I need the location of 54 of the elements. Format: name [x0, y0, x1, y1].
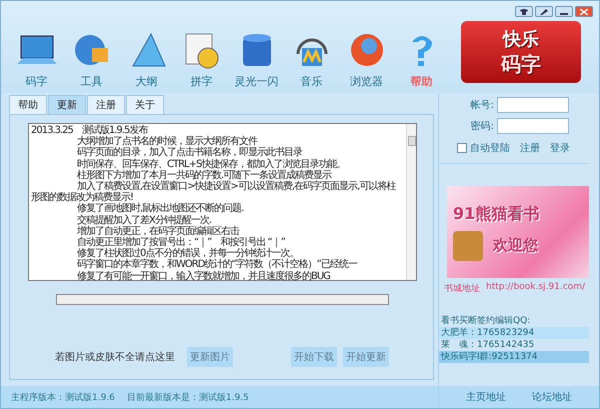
skin-button[interactable]: [515, 6, 533, 17]
changelog-line: 码字页面的目录，加入了点击书籍名称，即显示此书目录: [76, 147, 304, 158]
settings-button[interactable]: [535, 6, 553, 17]
changelog-line: 加入了稿费设置,在设置窗口>快捷设置>可以设置稿费,在码字页面显示,可以将柱形图的数据改为稿费显示!: [31, 181, 397, 204]
toolbar-button[interactable]: 灵光一闪: [229, 30, 284, 89]
toolbar-button[interactable]: 音乐: [284, 30, 339, 89]
tab[interactable]: 注册: [87, 95, 125, 114]
toolbar-button[interactable]: 码字: [9, 30, 64, 89]
banner-title: 91熊猫看书: [453, 204, 540, 224]
changelog-line: 修复了柱状图过0点不分的错误，并每一分钟统计一次。: [76, 248, 298, 260]
panda-book-icon: [453, 230, 483, 260]
shirt-icon: [520, 8, 528, 14]
register-link[interactable]: 注册: [520, 141, 540, 155]
changelog-line: 增加了自动更正，在码字页面编辑区右击: [76, 226, 240, 237]
logo-text: 快乐: [503, 28, 539, 50]
store-label: 书城地址: [444, 282, 480, 295]
changelog-line: 柱形图下方增加了本月一共码的字数.可随下一条设置成稿费显示: [76, 170, 333, 181]
changelog-line: 修复了有可能一开窗口，输入字数就增加，并且速度很多的BUG: [76, 270, 331, 282]
toolbar-button[interactable]: 拼字: [174, 30, 229, 89]
tab[interactable]: 帮助: [9, 95, 47, 114]
banner-subtitle: 欢迎您: [493, 236, 538, 255]
footer-link[interactable]: 主页地址: [466, 390, 506, 404]
changelog-line: 大纲增加了点书名的时候，显示大纲所有文件: [76, 136, 258, 148]
changelog-line: 码字窗口的本章字数，和WORD统计的“字符数（不计空格）”已经统一: [76, 259, 358, 270]
store-link[interactable]: http://book.sj.91.com/: [486, 282, 585, 295]
contact-line: 看书买断签约编辑QQ:: [440, 315, 532, 327]
login-link[interactable]: 登录: [550, 141, 570, 155]
close-button[interactable]: [575, 6, 593, 17]
account-field[interactable]: [497, 97, 569, 113]
version-text: 主程序版本：测试版1.9.6: [11, 392, 115, 404]
contact-line: 莱 魂：1765142435: [440, 339, 536, 351]
tab[interactable]: 关于: [126, 95, 164, 114]
toolbar-button[interactable]: 大纲: [119, 30, 174, 89]
minimize-button[interactable]: [555, 6, 573, 17]
toolbar-button[interactable]: 工具: [64, 30, 119, 89]
changelog-line: 自动更正里增加了按冒号出：“｜” 和按引号出 “｜”: [76, 237, 285, 248]
field-label: 帐号:: [470, 98, 494, 112]
field-label: 密码:: [470, 120, 494, 133]
close-icon: [580, 8, 588, 14]
checkbox[interactable]: [457, 143, 467, 153]
tab[interactable]: 更新: [48, 95, 86, 114]
changelog-line: 2013.3.25 测试版1.9.5发布: [31, 125, 149, 136]
auto-login-checkbox[interactable]: 自动登陆: [457, 141, 510, 155]
changelog-line: 时间保存、回车保存、CTRL+S快捷保存，都加入了浏览目录功能。: [76, 158, 346, 170]
version-text: 目前最新版本是：测试版1.9.5: [126, 392, 249, 404]
footer-link[interactable]: 论坛地址: [532, 390, 572, 404]
logo-text: 码字: [501, 50, 541, 78]
hint-text: 若图片或皮肤不全请点这里: [55, 350, 175, 364]
changelog-line: 交稿提醒加入了差X分钟提醒一次.: [76, 214, 212, 226]
password-field[interactable]: [497, 118, 569, 134]
toolbar-button[interactable]: 浏览器: [339, 30, 394, 89]
changelog-line: 修复了画地图时,鼠标出地图还不断的问题.: [76, 203, 244, 214]
toolbar-button[interactable]: 帮助: [394, 30, 449, 89]
scrollbar[interactable]: [406, 124, 416, 280]
